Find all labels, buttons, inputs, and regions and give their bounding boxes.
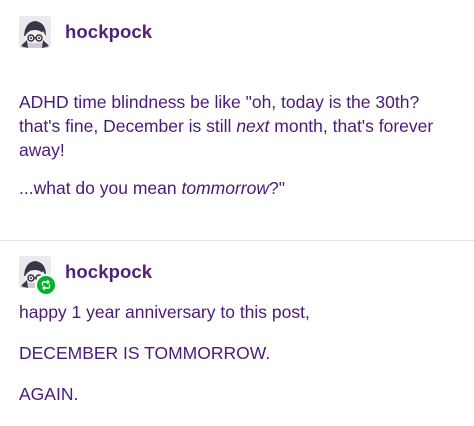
avatar[interactable] xyxy=(19,16,51,48)
post-body: happy 1 year anniversary to this post, D… xyxy=(19,300,458,423)
italic-text: tommorrow xyxy=(181,178,269,198)
post-paragraph: ADHD time blindness be like "oh, today i… xyxy=(19,90,458,162)
post-paragraph: AGAIN. xyxy=(19,384,79,404)
post-body: ADHD time blindness be like "oh, today i… xyxy=(19,90,458,214)
post-divider xyxy=(0,240,474,241)
post-header: hockpock xyxy=(19,256,152,296)
post-header: hockpock xyxy=(19,16,152,48)
italic-text: next xyxy=(236,116,270,136)
post-paragraph: ...what do you mean tommorrow?" xyxy=(19,176,458,200)
text-span: ?" xyxy=(268,178,285,198)
username[interactable]: hockpock xyxy=(65,261,152,283)
post-paragraph: DECEMBER IS TOMMORROW. xyxy=(19,343,271,363)
username[interactable]: hockpock xyxy=(65,21,152,43)
avatar-illustration xyxy=(19,16,51,48)
avatar[interactable] xyxy=(19,256,57,296)
original-post: hockpock ADHD time blindness be like "oh… xyxy=(0,0,474,240)
reblog-icon xyxy=(35,274,57,296)
text-span: ...what do you mean xyxy=(19,178,182,198)
post-paragraph: happy 1 year anniversary to this post, xyxy=(19,302,310,322)
reblog-post: hockpock happy 1 year anniversary to thi… xyxy=(0,243,474,426)
